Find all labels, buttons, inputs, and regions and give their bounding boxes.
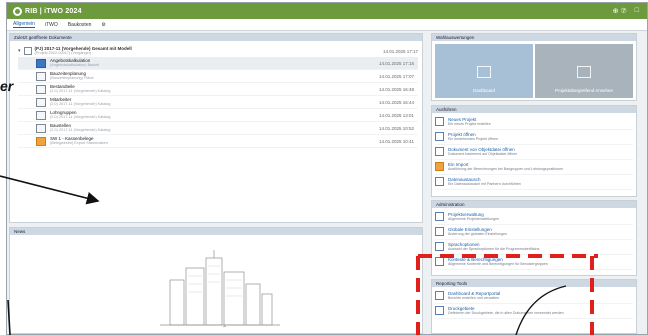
project-item[interactable]: ▾ (PJ) 2017-11 (Vorgehende) Gesamt mit M… (18, 45, 418, 57)
title-bar: RIB | iTWO 2024 ⊕ ⑦ □ (7, 3, 647, 19)
document-icon (36, 58, 46, 68)
action-open-project[interactable]: Projekt öffnen Ein bestehendes Projekt öf… (435, 130, 633, 145)
action-import[interactable]: Ein Import Ausführung der Berechnungen be… (435, 160, 633, 175)
item-sub: (2.0) 2017-11 (Vorgehende) Katalog (50, 128, 111, 132)
project-sub: (Projekt 2022-00017) (Vorgänger) (34, 51, 92, 55)
list-item[interactable]: Bauzeitenplanung (Bauzeitenplanung) Pläne… (18, 70, 418, 83)
item-date: 14.01.2025 10:41 (378, 138, 414, 144)
tile-label: Projektübergreifend Ansehen (554, 88, 614, 93)
news-panel: News ⌃ (9, 227, 423, 334)
app-title: RIB | iTWO 2024 (25, 7, 82, 15)
window-icon[interactable]: □ (635, 7, 639, 15)
document-icon (36, 136, 46, 146)
panel-header: Administration (432, 201, 636, 208)
item-sub: (Bauzeitenplanung) Pläne (50, 76, 94, 80)
recent-documents-panel: Zuletzt geöffnete Dokumente ▾ (PJ) 2017-… (9, 33, 423, 223)
item-sub: (2.0) 2017-11 (Vorgehende) Katalog (50, 89, 111, 93)
annotation-text: er (0, 78, 14, 94)
document-icon (435, 147, 444, 156)
item-sub: (Angebotskalkulation) Bauteil (50, 63, 100, 67)
admin-sub: Auswahl der Sprachoptionen für die Progr… (448, 247, 540, 251)
action-sub: Ein neues Projekt erstellen (448, 122, 491, 126)
document-icon (36, 84, 46, 94)
item-sub: (2.0) 2017-11 (Vorgehende) Katalog (50, 102, 111, 106)
exchange-icon (435, 177, 444, 186)
item-sub: (Belegwesen) Export Stammdaten (50, 141, 108, 145)
report-dashboard[interactable]: Dashboard & Reportportal Berichte erstell… (435, 289, 633, 304)
report-sub: Berichte erstellen und verwalten (448, 296, 500, 300)
report-print-areas[interactable]: Druckgebiete Definieren der Druckgebiete,… (435, 304, 633, 319)
action-sub: Ein Datenaustausch mit Partnern durchfüh… (448, 182, 521, 186)
app-logo: RIB | iTWO 2024 (7, 6, 82, 16)
item-date: 14.01.2025 17:15 (378, 60, 414, 66)
calculator-icon (577, 66, 591, 78)
action-open-document[interactable]: Dokument von Objektdatei öffnen Dokument … (435, 145, 633, 160)
actions-panel: Ausführen Neues Projekt Ein neues Projekt… (431, 105, 637, 197)
report-icon (435, 291, 444, 300)
tab-baukosten[interactable]: Baukosten (68, 22, 92, 28)
item-date: 14.01.2025 16:48 (378, 86, 414, 92)
list-item[interactable]: Angebotskalkulation (Angebotskalkulation)… (18, 57, 418, 70)
administration-panel: Administration Projektverwaltung Allgemei… (431, 200, 637, 276)
admin-language[interactable]: Sprachoptionen Auswahl der Sprachoptionen… (435, 240, 633, 255)
globe-icon (435, 242, 444, 251)
dashboard-panel: Wahlauswertungen Dashboard Projektübergr… (431, 33, 637, 101)
panel-header: News (10, 228, 422, 235)
action-sub: Dokument basierend auf Objektdatei öffne… (448, 152, 518, 156)
city-illustration (160, 250, 280, 326)
chevron-up-icon[interactable]: ⌃ (222, 325, 227, 332)
project-icon (23, 47, 32, 55)
new-project-icon (435, 117, 444, 126)
document-icon (36, 71, 46, 81)
admin-project-management[interactable]: Projektverwaltung Allgemeine Projekteinst… (435, 210, 633, 225)
dashboard-tile[interactable]: Dashboard (435, 44, 533, 98)
list-item[interactable]: Lohngruppen (2.0) 2017-11 (Vorgehende) Ka… (18, 109, 418, 122)
document-icon (36, 123, 46, 133)
report-sub: Definieren der Druckgebiete, die in alle… (448, 311, 564, 315)
menu-bar: Allgemein iTWO Baukosten ⚙ (7, 19, 647, 31)
import-icon (435, 162, 444, 171)
project-date: 14.01.2025 17:17 (382, 48, 418, 54)
print-icon (435, 306, 444, 315)
item-date: 14.01.2025 10:52 (378, 125, 414, 131)
panel-header: Zuletzt geöffnete Dokumente (10, 34, 422, 41)
action-sub: Ausführung der Berechnungen bei Baugrupp… (448, 167, 564, 171)
admin-global-settings[interactable]: Globale Einstellungen Änderung der global… (435, 225, 633, 240)
document-icon (36, 110, 46, 120)
item-date: 14.01.2025 13:01 (378, 112, 414, 118)
admin-sub: Allgemeine Projekteinstellungen (448, 217, 500, 221)
tab-allgemein[interactable]: Allgemein (13, 21, 35, 28)
settings-icon[interactable]: ⚙ (101, 22, 105, 28)
action-sub: Ein bestehendes Projekt öffnen (448, 137, 498, 141)
list-item[interactable]: Mitarbeiter (2.0) 2017-11 (Vorgehende) Ka… (18, 96, 418, 109)
list-item[interactable]: SW 1 - Kassenbelege (Belegwesen) Export S… (18, 135, 418, 148)
item-date: 14.01.2025 16:44 (378, 99, 414, 105)
panel-header: Wahlauswertungen (432, 34, 636, 41)
tile-label: Dashboard (472, 88, 495, 93)
chart-icon (477, 66, 491, 78)
panel-header: Reporting Tools (432, 280, 636, 287)
rib-logo-icon (13, 6, 22, 16)
user-key-icon (435, 257, 444, 266)
action-new-project[interactable]: Neues Projekt Ein neues Projekt erstellen (435, 115, 633, 130)
project-settings-icon (435, 212, 444, 221)
gear-icon (435, 227, 444, 236)
chevron-down-icon[interactable]: ▾ (18, 48, 21, 54)
list-item[interactable]: Bestandteile (2.0) 2017-11 (Vorgehende) K… (18, 83, 418, 96)
app-window: RIB | iTWO 2024 ⊕ ⑦ □ Allgemein iTWO Bau… (6, 2, 648, 335)
list-item[interactable]: Baustellen (2.0) 2017-11 (Vorgehende) Kat… (18, 122, 418, 135)
admin-sub: Änderung der globalen Einstellungen (448, 232, 507, 236)
project-overview-tile[interactable]: Projektübergreifend Ansehen (535, 44, 633, 98)
action-data-exchange[interactable]: Datenaustausch Ein Datenaustausch mit Par… (435, 175, 633, 190)
item-date: 14.01.2025 17:07 (378, 73, 414, 79)
folder-icon (435, 132, 444, 141)
panel-header: Ausführen (432, 106, 636, 113)
help-icon[interactable]: ⊕ ⑦ (613, 7, 627, 15)
tab-itwo[interactable]: iTWO (45, 22, 58, 28)
document-icon (36, 97, 46, 107)
item-sub: (2.0) 2017-11 (Vorgehende) Katalog (50, 115, 111, 119)
admin-permissions[interactable]: Kontexte & Berechtigungen Allgemeine Kont… (435, 255, 633, 270)
admin-sub: Allgemeine Kontexte und Berechtigungen f… (448, 262, 548, 266)
reporting-panel: Reporting Tools Dashboard & Reportportal… (431, 279, 637, 334)
